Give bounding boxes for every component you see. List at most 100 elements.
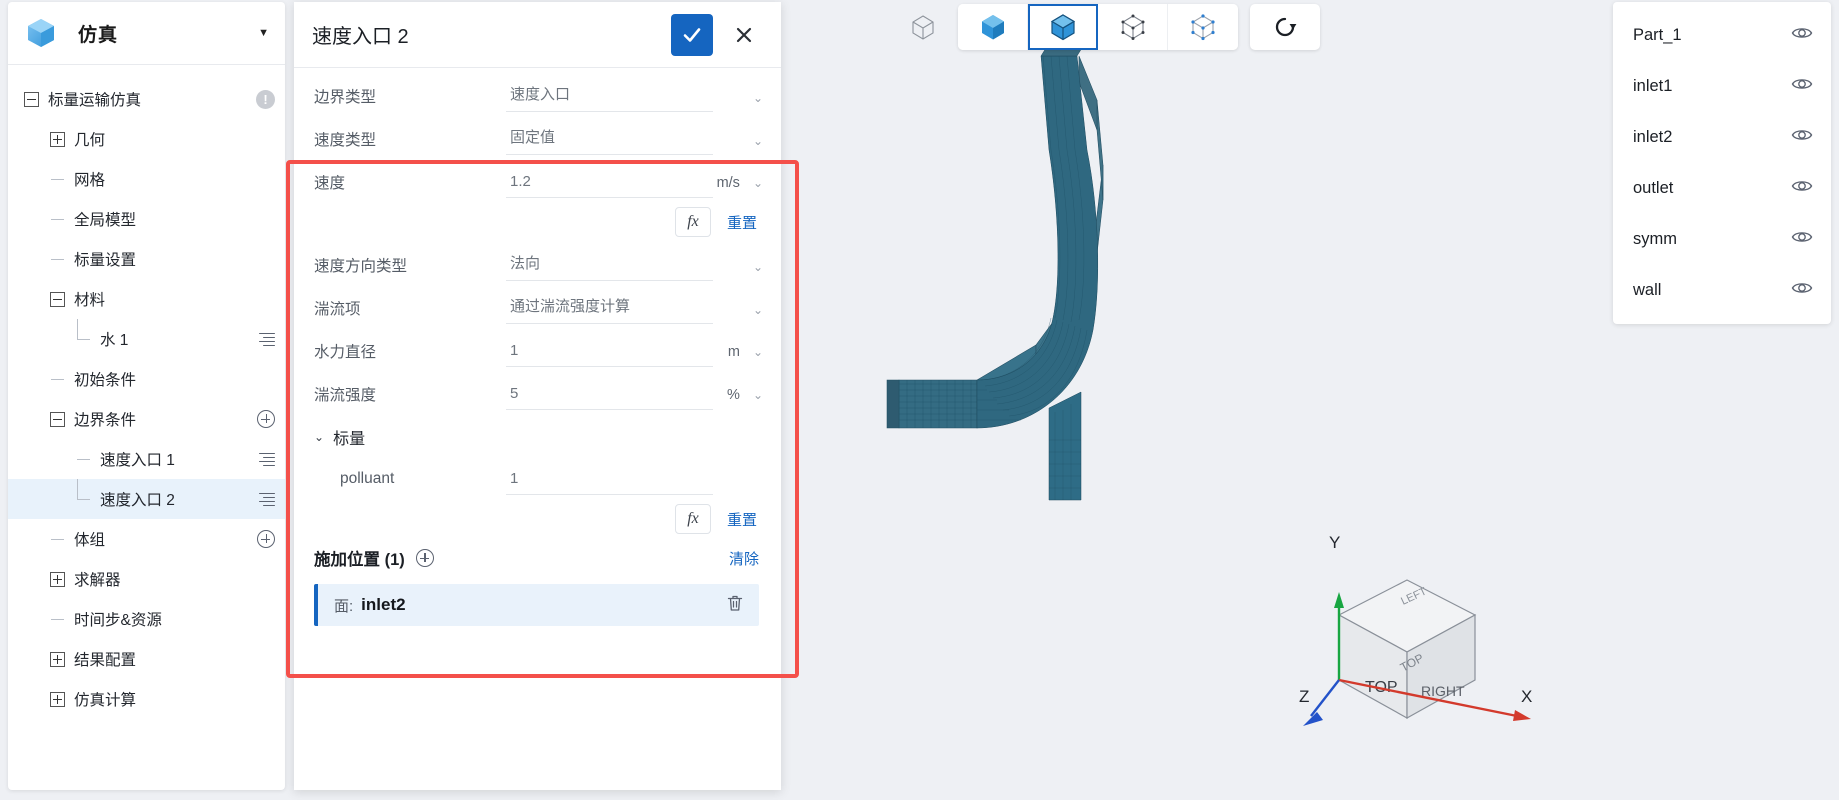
viewport-button-wireframe-view[interactable] <box>900 4 946 50</box>
collapse-toggle[interactable] <box>24 91 39 107</box>
form-row: 湍流强度 5% ⌄ <box>294 372 781 415</box>
tree-item[interactable]: 材料 <box>8 279 285 319</box>
part-list-row[interactable]: outlet <box>1613 163 1831 214</box>
axis-y-label: Y <box>1329 533 1340 552</box>
field-chevron[interactable]: ⌄ <box>717 134 763 155</box>
part-list-row[interactable]: wall <box>1613 265 1831 316</box>
field-select[interactable]: 法向 <box>506 252 713 281</box>
add-item-icon[interactable] <box>257 530 275 548</box>
axis-orientation-widget[interactable]: TOP RIGHT LEFT TOP X Y Z <box>1299 520 1539 750</box>
field-input[interactable]: 5 <box>506 385 713 410</box>
tree-item[interactable]: 时间步&资源 <box>8 599 285 639</box>
part-name: outlet <box>1633 179 1674 197</box>
tree-item[interactable]: 求解器 <box>8 559 285 599</box>
tree-item-trailing <box>259 492 275 507</box>
tree-item[interactable]: 网格 <box>8 159 285 199</box>
scalar-row: polluant 1 <box>294 457 781 500</box>
cube-edges-icon <box>1050 14 1075 41</box>
tree-item[interactable]: 水 1 <box>8 318 285 359</box>
tree-item[interactable]: 仿真计算 <box>8 679 285 719</box>
sidebar-header: 仿真 ▼ <box>8 2 285 65</box>
tree-item[interactable]: 边界条件 <box>8 399 285 439</box>
viewport-button-shaded-edges-view[interactable] <box>1028 4 1098 50</box>
fx-button-scalar[interactable]: fx <box>674 504 711 534</box>
field-input[interactable]: 1 <box>506 342 713 367</box>
reset-link[interactable]: 重置 <box>727 212 757 233</box>
add-item-icon[interactable] <box>257 410 275 428</box>
chevron-down-icon: ⌄ <box>752 91 763 105</box>
confirm-button[interactable] <box>671 13 713 56</box>
unit-label: % <box>727 387 740 403</box>
eye-icon[interactable] <box>1791 277 1813 304</box>
scalar-section-header[interactable]: ⌄ 标量 <box>294 415 781 457</box>
scalar-control: 1 <box>506 457 763 500</box>
tree-item-label: 速度入口 2 <box>100 492 175 509</box>
part-list-row[interactable]: Part_1 <box>1613 10 1831 61</box>
expand-toggle[interactable] <box>50 651 65 667</box>
tree-item-label: 标量运输仿真 <box>48 92 142 109</box>
viewport-button-reset-view[interactable] <box>1250 4 1320 50</box>
trash-icon[interactable] <box>725 593 745 618</box>
field-select[interactable]: 固定值 <box>506 126 713 155</box>
eye-icon[interactable] <box>1791 73 1813 100</box>
eye-icon[interactable] <box>1791 226 1813 253</box>
field-label: 湍流强度 <box>314 386 377 404</box>
part-list-row[interactable]: inlet1 <box>1613 61 1831 112</box>
tree-item[interactable]: 结果配置 <box>8 639 285 679</box>
unit-select[interactable]: % ⌄ <box>717 387 763 410</box>
viewport-button-points-view[interactable] <box>1098 4 1168 50</box>
tree-item[interactable]: 初始条件 <box>8 359 285 399</box>
expand-toggle[interactable] <box>50 691 65 707</box>
part-list-row[interactable]: symm <box>1613 214 1831 265</box>
scalar-input[interactable]: 1 <box>506 470 713 495</box>
field-chevron[interactable]: ⌄ <box>717 260 763 281</box>
collapse-toggle[interactable] <box>50 291 65 307</box>
viewport-button-shaded-view[interactable] <box>958 4 1028 50</box>
viewport-button-vertices-view[interactable] <box>1168 4 1238 50</box>
field-label: 速度方向类型 <box>314 257 408 275</box>
tree-item[interactable]: 全局模型 <box>8 199 285 239</box>
field-chevron[interactable]: ⌄ <box>717 303 763 324</box>
tree-item[interactable]: 标量运输仿真! <box>8 79 285 119</box>
part-list-row[interactable]: inlet2 <box>1613 112 1831 163</box>
field-control: 通过湍流强度计算 ⌄ <box>506 286 763 329</box>
plus-circle-icon[interactable] <box>415 549 434 567</box>
eye-icon[interactable] <box>1791 22 1813 49</box>
eye-icon[interactable] <box>1791 175 1813 202</box>
unit-select[interactable]: m/s ⌄ <box>717 175 763 198</box>
tree-item[interactable]: 速度入口 2 <box>8 478 285 519</box>
scalar-section-title: 标量 <box>333 431 366 448</box>
dialog-title: 速度入口 2 <box>312 26 409 48</box>
part-name: inlet2 <box>1633 128 1673 146</box>
field-input[interactable]: 1.2 <box>506 173 713 198</box>
apply-location-item[interactable]: 面: inlet2 <box>314 584 759 626</box>
fx-button[interactable]: fx <box>674 207 711 237</box>
field-select[interactable]: 速度入口 <box>506 83 713 112</box>
item-menu-icon[interactable] <box>259 452 275 467</box>
field-label: 湍流项 <box>314 300 361 318</box>
expand-toggle[interactable] <box>50 571 65 587</box>
field-select[interactable]: 通过湍流强度计算 <box>506 295 713 324</box>
chevron-down-icon[interactable]: ▼ <box>258 27 269 39</box>
unit-select[interactable]: m ⌄ <box>717 344 763 367</box>
reset-link-scalar[interactable]: 重置 <box>727 509 757 530</box>
collapse-toggle[interactable] <box>50 411 65 427</box>
field-control: 5% ⌄ <box>506 372 763 415</box>
eye-icon[interactable] <box>1791 124 1813 151</box>
expand-toggle[interactable] <box>50 131 65 147</box>
tree-item[interactable]: 速度入口 1 <box>8 439 285 479</box>
tree-item-trailing <box>257 410 275 428</box>
item-menu-icon[interactable] <box>259 332 275 347</box>
tree-item[interactable]: 标量设置 <box>8 239 285 279</box>
dialog-actions <box>671 13 765 56</box>
clear-link[interactable]: 清除 <box>729 548 759 569</box>
tree-item-label: 边界条件 <box>74 412 137 429</box>
field-label: 边界类型 <box>314 88 377 106</box>
cancel-button[interactable] <box>723 13 765 56</box>
item-menu-icon[interactable] <box>259 492 275 507</box>
tree-item-label: 初始条件 <box>74 372 137 389</box>
check-icon <box>683 27 701 42</box>
tree-item[interactable]: 几何 <box>8 119 285 159</box>
field-chevron[interactable]: ⌄ <box>717 91 763 112</box>
tree-item[interactable]: 体组 <box>8 519 285 559</box>
